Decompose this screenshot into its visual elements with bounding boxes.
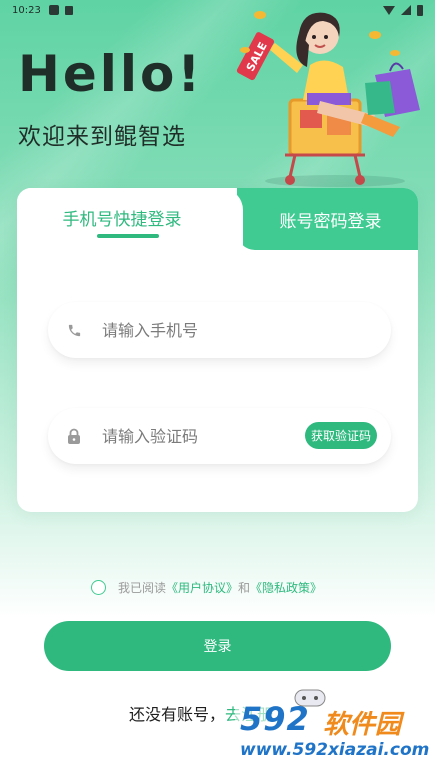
tab-account-password-label[interactable]: 账号密码登录 bbox=[243, 207, 418, 232]
notification-icon bbox=[48, 5, 59, 15]
register-prompt: 还没有账号， bbox=[129, 705, 226, 724]
login-button[interactable]: 登录 bbox=[44, 621, 391, 671]
agreement-checkbox[interactable] bbox=[91, 579, 106, 595]
get-code-button[interactable]: 获取验证码 bbox=[304, 422, 377, 449]
phone-input[interactable] bbox=[102, 320, 272, 340]
verification-code-input[interactable] bbox=[102, 426, 272, 446]
agreement-prefix: 我已阅读 bbox=[118, 580, 167, 595]
lock-icon bbox=[66, 428, 82, 444]
watermark-brand-number: 592 bbox=[240, 700, 310, 738]
user-agreement-link[interactable]: 《用户协议》 bbox=[166, 579, 238, 596]
welcome-subtitle: 欢迎来到鲲智选 bbox=[18, 124, 186, 150]
watermark-brand-name: 软件园 bbox=[323, 710, 402, 740]
active-tab-indicator bbox=[97, 234, 159, 238]
privacy-policy-link[interactable]: 《隐私政策》 bbox=[250, 579, 322, 596]
phone-field[interactable] bbox=[48, 302, 391, 358]
notification-icon-2 bbox=[64, 5, 73, 15]
watermark-url: www.592xiazai.com bbox=[240, 740, 430, 760]
agreement-row: 我已阅读 《用户协议》 和 《隐私政策》 bbox=[91, 578, 322, 596]
phone-icon bbox=[66, 322, 82, 338]
tab-phone-quick-login-label[interactable]: 手机号快捷登录 bbox=[17, 205, 227, 230]
status-time: 10:23 bbox=[12, 4, 41, 16]
code-field[interactable]: 获取验证码 bbox=[48, 408, 391, 464]
shopping-girl-illustration: SALE bbox=[236, 11, 420, 187]
hello-title: Hello! bbox=[18, 45, 204, 103]
agreement-and: 和 bbox=[238, 580, 251, 595]
